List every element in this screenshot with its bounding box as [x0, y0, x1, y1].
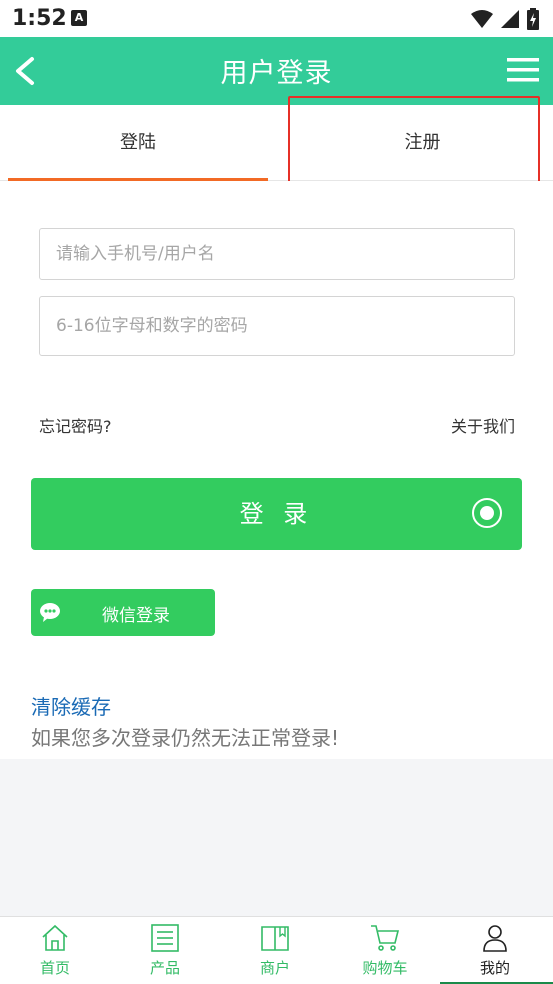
bottom-tab-label: 购物车: [362, 959, 408, 977]
home-icon: [42, 924, 68, 951]
login-form: 忘记密码? 关于我们 登 录 微信登录 清除缓存 如果您多次登录仍然无法正常登录…: [0, 181, 553, 759]
phone-field-container: [39, 228, 515, 280]
login-register-tabs: 登陆 注册: [0, 105, 553, 181]
phone-username-input[interactable]: [40, 229, 514, 279]
password-input[interactable]: [40, 297, 514, 355]
bottom-tab-products[interactable]: 产品: [110, 917, 220, 983]
bottom-tab-label: 商户: [259, 959, 290, 977]
bottom-tab-bar: 首页 产品 商户 购物车 我的: [0, 916, 553, 984]
wechat-login-button[interactable]: 微信登录: [31, 589, 215, 636]
clear-cache-link[interactable]: 清除缓存: [31, 691, 111, 720]
cache-hint-text: 如果您多次登录仍然无法正常登录!: [31, 726, 340, 750]
battery-icon: [527, 8, 539, 30]
bottom-tab-cart[interactable]: 购物车: [330, 917, 440, 983]
system-icons: [471, 8, 539, 30]
wechat-button-label: 微信登录: [102, 606, 170, 626]
bottom-tab-label: 首页: [39, 959, 70, 977]
notification-icon: A: [71, 10, 87, 26]
login-button-label: 登 录: [239, 500, 314, 528]
bottom-tab-mine[interactable]: 我的: [440, 917, 553, 984]
signal-icon: [501, 10, 519, 28]
loading-spinner-icon: [472, 498, 502, 528]
user-icon: [483, 925, 507, 952]
menu-icon[interactable]: [507, 57, 539, 83]
login-button[interactable]: 登 录: [31, 478, 522, 550]
book-icon: [261, 926, 289, 951]
page-title: 用户登录: [220, 58, 333, 89]
top-nav-bar: 用户登录: [0, 37, 553, 105]
cart-icon: [371, 925, 400, 951]
password-field-container: [39, 296, 515, 356]
bottom-tab-label: 我的: [479, 959, 510, 977]
status-time: 1:52: [12, 6, 67, 31]
tab-login[interactable]: 登陆: [8, 105, 268, 181]
bottom-tab-home[interactable]: 首页: [0, 917, 110, 983]
wifi-icon: [471, 10, 493, 28]
tab-register[interactable]: 注册: [292, 105, 553, 181]
list-icon: [151, 924, 179, 952]
status-bar: 1:52 A: [0, 0, 553, 37]
bottom-tab-merchants[interactable]: 商户: [220, 917, 330, 983]
forgot-password-link[interactable]: 忘记密码?: [39, 413, 112, 437]
bottom-tab-label: 产品: [149, 959, 180, 977]
about-us-link[interactable]: 关于我们: [451, 413, 515, 437]
